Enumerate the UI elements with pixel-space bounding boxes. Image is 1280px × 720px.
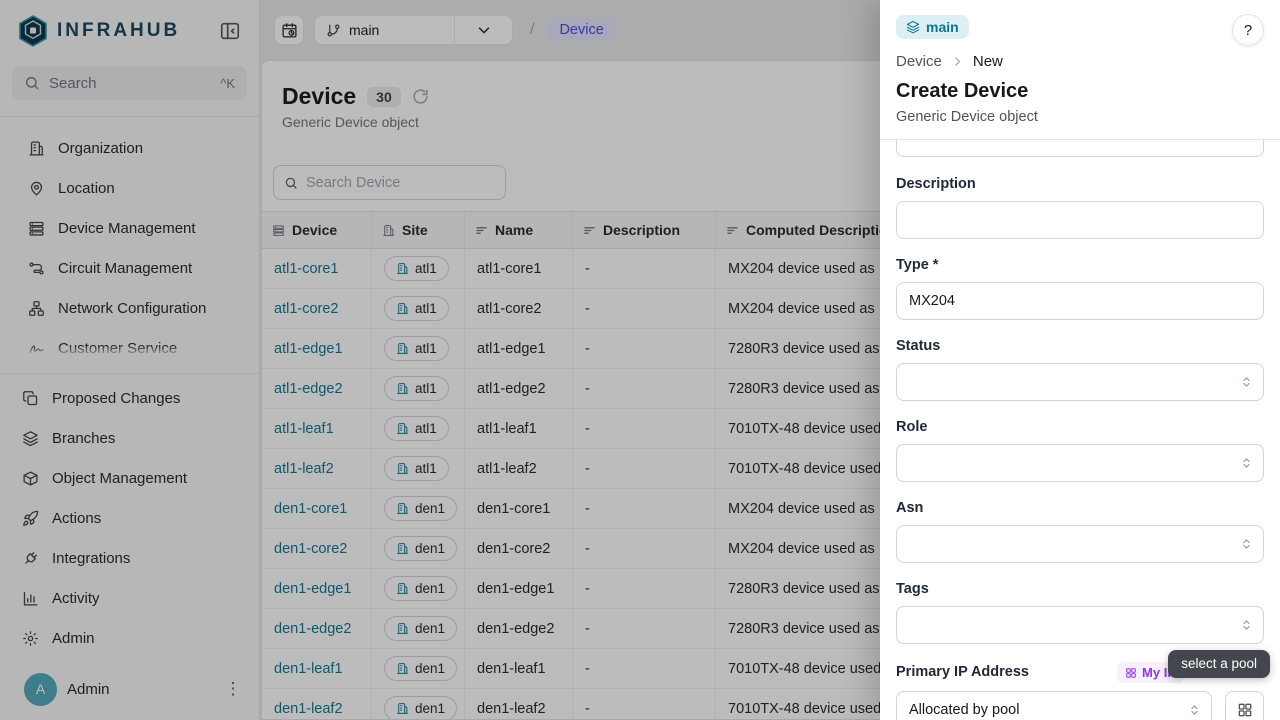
primary-ip-label: Primary IP Address bbox=[896, 664, 1029, 680]
grid-pool-icon bbox=[1125, 667, 1137, 679]
layers-icon bbox=[906, 20, 920, 34]
breadcrumb-current: New bbox=[973, 53, 1003, 70]
chevrons-up-down-icon bbox=[1239, 618, 1254, 633]
panel-title: Create Device bbox=[896, 80, 1264, 103]
chevrons-up-down-icon bbox=[1239, 456, 1254, 471]
status-label: Status bbox=[896, 338, 1264, 354]
asn-select[interactable] bbox=[896, 525, 1264, 563]
branch-badge: main bbox=[896, 15, 969, 39]
description-field[interactable] bbox=[896, 201, 1264, 239]
help-button[interactable]: ? bbox=[1232, 14, 1264, 46]
create-device-form: Description Type * Status Role Asn Tags … bbox=[880, 140, 1280, 720]
select-pool-tooltip: select a pool bbox=[1168, 650, 1270, 678]
select-pool-button[interactable] bbox=[1225, 691, 1264, 720]
tags-label: Tags bbox=[896, 581, 1264, 597]
breadcrumb-parent[interactable]: Device bbox=[896, 53, 942, 70]
status-select[interactable] bbox=[896, 363, 1264, 401]
chevron-right-icon bbox=[951, 55, 964, 68]
chevrons-up-down-icon bbox=[1187, 703, 1202, 718]
panel-breadcrumb: Device New bbox=[896, 53, 1264, 70]
create-device-panel: main ? Device New Create Device Generic … bbox=[880, 0, 1280, 720]
asn-label: Asn bbox=[896, 500, 1264, 516]
panel-header: main ? Device New Create Device Generic … bbox=[880, 0, 1280, 140]
tags-select[interactable] bbox=[896, 606, 1264, 644]
type-label: Type * bbox=[896, 257, 1264, 273]
primary-ip-select[interactable]: Allocated by pool bbox=[896, 691, 1212, 720]
panel-subtitle: Generic Device object bbox=[896, 109, 1264, 125]
type-field[interactable] bbox=[896, 282, 1264, 320]
role-select[interactable] bbox=[896, 444, 1264, 482]
chevrons-up-down-icon bbox=[1239, 537, 1254, 552]
role-label: Role bbox=[896, 419, 1264, 435]
scrolled-field-partial[interactable] bbox=[896, 140, 1264, 157]
chevrons-up-down-icon bbox=[1239, 375, 1254, 390]
grid-pool-icon bbox=[1237, 702, 1253, 718]
description-label: Description bbox=[896, 176, 1264, 192]
